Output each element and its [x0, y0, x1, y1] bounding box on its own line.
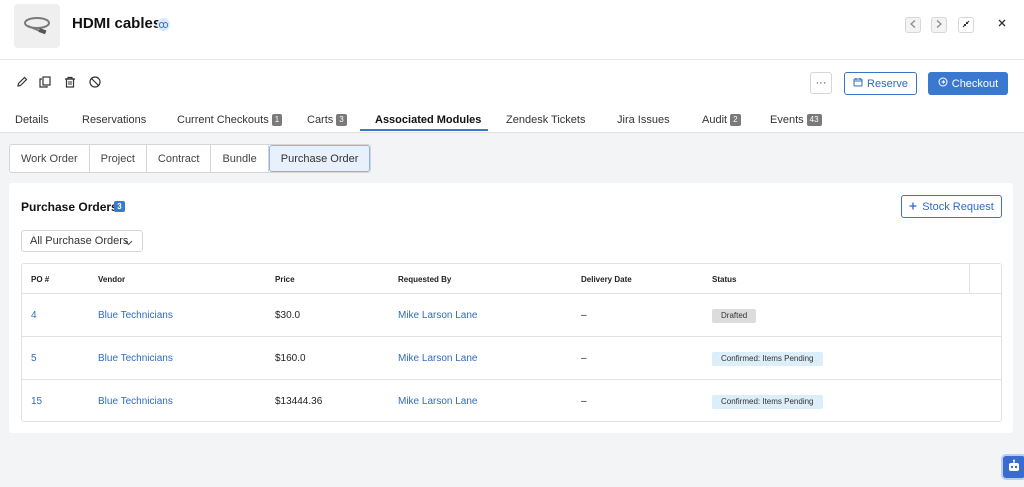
cable-icon	[20, 14, 54, 39]
price-cell: $160.0	[275, 353, 306, 364]
collapse-button[interactable]	[958, 17, 974, 33]
pencil-icon[interactable]	[15, 75, 29, 89]
reserve-label: Reserve	[867, 77, 908, 90]
reserve-button[interactable]: Reserve	[844, 72, 917, 95]
subtab-purchase-order[interactable]: Purchase Order	[268, 145, 371, 172]
trash-icon[interactable]	[63, 75, 77, 89]
table-row[interactable]: 4 Blue Technicians $30.0 Mike Larson Lan…	[22, 294, 1001, 337]
column-header-vendor[interactable]: Vendor	[98, 264, 125, 294]
status-cell: Confirmed: Items Pending	[712, 337, 823, 380]
filter-value: All Purchase Orders	[30, 235, 129, 247]
status-badge: Drafted	[712, 308, 757, 323]
module-subtabs: Work Order Project Contract Bundle Purch…	[9, 144, 372, 173]
ban-icon[interactable]	[88, 75, 102, 89]
link-badge-icon[interactable]	[157, 18, 170, 31]
tab-reservations[interactable]: Reservations	[82, 106, 146, 133]
tab-jira-issues[interactable]: Jira Issues	[617, 106, 670, 133]
column-header-requested-by[interactable]: Requested By	[398, 264, 451, 294]
delivery-date-cell: –	[581, 310, 587, 321]
price-cell: $13444.36	[275, 396, 323, 407]
requested-by-link[interactable]: Mike Larson Lane	[398, 380, 478, 423]
status-cell: Drafted	[712, 294, 757, 337]
requested-by-link[interactable]: Mike Larson Lane	[398, 294, 478, 337]
status-cell: Confirmed: Items Pending	[712, 380, 823, 423]
table-header: PO # Vendor Price Requested By Delivery …	[22, 264, 1001, 294]
collapse-icon	[962, 19, 970, 31]
status-badge: Confirmed: Items Pending	[712, 351, 823, 366]
subtab-project[interactable]: Project	[90, 145, 147, 172]
column-header-price[interactable]: Price	[275, 264, 295, 294]
po-number-link[interactable]: 15	[31, 380, 42, 423]
calendar-check-icon	[853, 77, 863, 90]
tab-bar: Details Reservations Current Checkouts 1 …	[0, 106, 1024, 133]
copy-icon[interactable]	[38, 75, 52, 89]
tab-zendesk-tickets[interactable]: Zendesk Tickets	[506, 106, 585, 133]
previous-item-button[interactable]	[905, 17, 921, 33]
requested-by-link[interactable]: Mike Larson Lane	[398, 337, 478, 380]
tab-details[interactable]: Details	[15, 106, 49, 133]
tab-carts[interactable]: Carts 3	[307, 106, 347, 133]
po-number-link[interactable]: 5	[31, 337, 37, 380]
purchase-orders-table: PO # Vendor Price Requested By Delivery …	[21, 263, 1002, 422]
subtab-contract[interactable]: Contract	[147, 145, 212, 172]
item-thumbnail	[14, 4, 60, 48]
delivery-date-cell: –	[581, 396, 587, 407]
column-header-status[interactable]: Status	[712, 264, 736, 294]
tab-audit[interactable]: Audit 2	[702, 106, 741, 133]
tab-events[interactable]: Events 43	[770, 106, 822, 133]
tab-current-checkouts[interactable]: Current Checkouts 1	[177, 106, 283, 133]
tab-count-badge: 2	[730, 113, 741, 126]
stock-request-button[interactable]: Stock Request	[901, 195, 1002, 218]
tab-count-badge: 1	[271, 113, 283, 126]
checkout-button[interactable]: Checkout	[928, 72, 1008, 95]
tab-count-badge: 43	[806, 113, 822, 126]
table-row[interactable]: 5 Blue Technicians $160.0 Mike Larson La…	[22, 337, 1001, 380]
chevron-down-icon	[124, 237, 133, 249]
page-title: HDMI cables	[72, 15, 162, 32]
count-badge: 3	[114, 201, 125, 212]
status-badge: Confirmed: Items Pending	[712, 394, 823, 409]
price-cell: $30.0	[275, 310, 301, 321]
next-item-button[interactable]	[931, 17, 947, 33]
plus-icon	[909, 201, 917, 213]
checkout-label: Checkout	[951, 77, 999, 90]
column-divider	[969, 264, 970, 294]
more-actions-button[interactable]: ···	[810, 72, 832, 94]
close-button[interactable]	[995, 17, 1009, 31]
tab-count-badge: 3	[336, 113, 347, 126]
column-header-delivery-date[interactable]: Delivery Date	[581, 264, 632, 294]
column-header-po[interactable]: PO #	[31, 264, 49, 294]
po-number-link[interactable]: 4	[31, 294, 37, 337]
robot-icon	[1007, 459, 1021, 476]
subtab-work-order[interactable]: Work Order	[10, 145, 90, 172]
chevron-left-icon	[910, 19, 916, 31]
section-title: Purchase Orders	[21, 200, 118, 214]
table-row[interactable]: 15 Blue Technicians $13444.36 Mike Larso…	[22, 380, 1001, 423]
subtab-bundle[interactable]: Bundle	[211, 145, 269, 172]
active-tab-indicator	[360, 129, 488, 131]
vendor-link[interactable]: Blue Technicians	[98, 337, 173, 380]
delivery-date-cell: –	[581, 353, 587, 364]
close-icon	[998, 18, 1006, 30]
vendor-link[interactable]: Blue Technicians	[98, 294, 173, 337]
vendor-link[interactable]: Blue Technicians	[98, 380, 173, 423]
chevron-right-icon	[936, 19, 942, 31]
checkout-icon	[938, 77, 948, 90]
purchase-order-filter-select[interactable]: All Purchase Orders	[21, 230, 143, 252]
stock-request-label: Stock Request	[922, 200, 994, 213]
assistant-button[interactable]	[1001, 454, 1024, 480]
